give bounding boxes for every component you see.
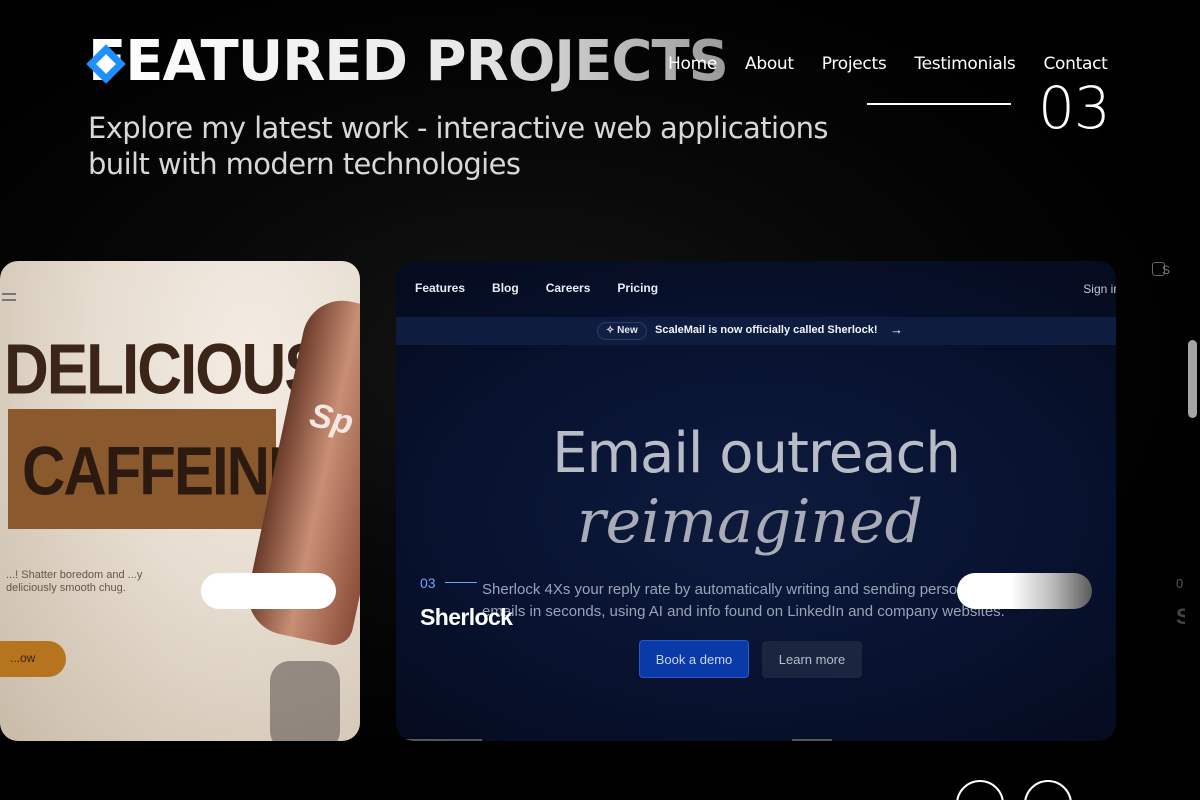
nav-about[interactable]: About [745,54,794,74]
page-title: FEATURED PROJECTS [88,29,729,94]
nav-contact[interactable]: Contact [1043,54,1107,74]
preview-bottom-element [406,739,482,741]
nav-home[interactable]: Home [668,54,717,74]
project-card-next-peek[interactable]: S [1150,262,1190,292]
caffeine-cta-button: ...ow [0,641,66,677]
banner-text: ScaleMail is now officially called Sherl… [655,324,878,336]
preview-nav-pricing: Pricing [617,281,659,295]
project-counter: 03 [1038,74,1111,142]
page-scrollbar[interactable] [1185,0,1200,800]
diamond-logo-icon[interactable] [82,40,130,88]
preview-heading-italic: reimagined [576,487,924,557]
can-brand: Sp [306,396,357,443]
caffeine-headline-1: DELICIOUS [4,330,326,410]
project-index-line [445,582,477,583]
preview-nav-blog: Blog [492,281,519,295]
book-demo-button: Book a demo [639,640,749,678]
preview-sign-in: Sign in [1083,282,1116,296]
caffeine-cta-label: ...ow [10,651,36,665]
caffeine-headline-box: CAFFEINE [8,409,308,529]
project-name: Sherlock [420,604,513,630]
new-badge: ✧ New [597,322,647,340]
card-action-pill[interactable] [201,573,336,609]
card-action-pill[interactable] [957,573,1092,609]
scrollbar-thumb[interactable] [1188,340,1197,418]
bottle-image [270,661,340,741]
arrow-right-icon: → [890,322,903,337]
preview-nav: Features Blog Careers Pricing [415,281,685,295]
caffeine-headline-2: CAFFEINE [22,432,308,510]
nav-projects[interactable]: Projects [822,54,887,74]
menu-icon [2,293,16,301]
nav-testimonials[interactable]: Testimonials [914,54,1015,74]
preview-heading: Email outreach [552,421,961,486]
page-subtitle: Explore my latest work - interactive web… [88,111,828,181]
main-nav: Home About Projects Testimonials Contact [668,54,1108,74]
preview-nav-careers: Careers [545,281,591,295]
counter-divider [867,103,1011,105]
preview-nav-features: Features [415,281,466,295]
project-index: 03 [420,575,436,591]
learn-more-button: Learn more [762,641,862,678]
project-card-sherlock[interactable]: Features Blog Careers Pricing Sign in ✧ … [396,261,1116,741]
project-card-caffeine[interactable]: DELICIOUS CAFFEINE Sp ...! Shatter bored… [0,261,360,741]
image-alt-text: S [1162,263,1171,277]
next-project-index: 0 [1176,576,1184,591]
preview-bottom-element [792,739,832,741]
preview-announcement-banner: ✧ New ScaleMail is now officially called… [396,317,1116,345]
caffeine-tagline: ...! Shatter boredom and ...y deliciousl… [6,569,143,594]
